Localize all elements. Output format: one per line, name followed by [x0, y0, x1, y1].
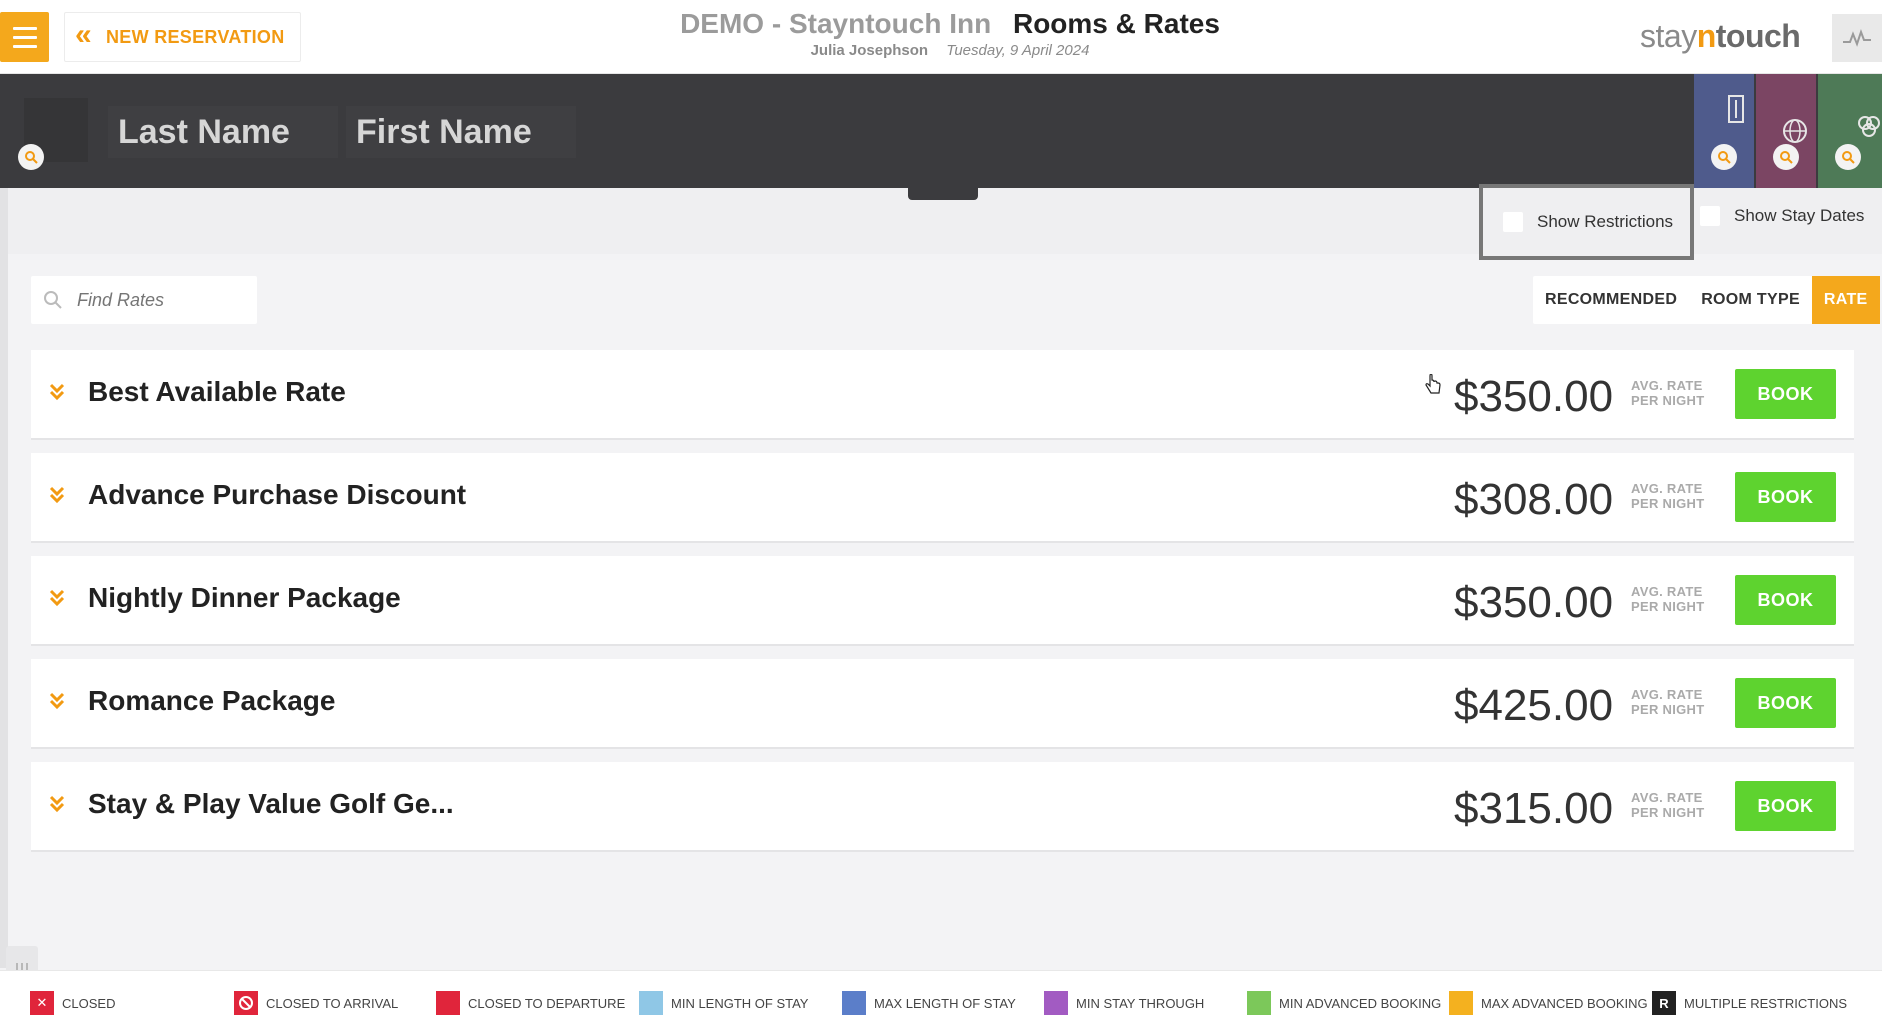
show-stay-dates-toggle[interactable]: Show Stay Dates	[1700, 206, 1864, 226]
chevron-down-icon[interactable]	[49, 485, 65, 505]
legend-min-advanced-booking: MIN ADVANCED BOOKING	[1247, 991, 1441, 1015]
top-header: « NEW RESERVATION DEMO - Stayntouch Inn …	[0, 0, 1882, 74]
chevron-down-icon[interactable]	[49, 794, 65, 814]
rate-price: $350.00	[1454, 372, 1614, 421]
user-name: Julia Josephson	[810, 42, 929, 59]
chevron-down-icon[interactable]	[49, 691, 65, 711]
rate-name[interactable]: Romance Package	[88, 685, 335, 717]
avg-rate-label: AVG. RATE PER NIGHT	[1631, 790, 1705, 820]
hamburger-icon	[12, 26, 37, 30]
rate-price: $308.00	[1454, 475, 1614, 524]
r-badge-icon: R	[1652, 991, 1676, 1015]
search-icon	[1718, 151, 1731, 164]
rate-row[interactable]: Best Available Rate $350.00 AVG. RATE PER…	[31, 350, 1854, 440]
avg-rate-label: AVG. RATE PER NIGHT	[1631, 481, 1705, 511]
last-name-input[interactable]	[108, 106, 338, 158]
search-icon	[44, 291, 62, 309]
back-button-label: NEW RESERVATION	[106, 26, 285, 47]
hand-cursor-icon	[1425, 374, 1441, 394]
book-button[interactable]: BOOK	[1735, 369, 1836, 419]
search-icon	[25, 151, 38, 164]
legend-min-length-of-stay: MIN LENGTH OF STAY	[639, 991, 808, 1015]
header-title-block: DEMO - Stayntouch Inn Rooms & Rates Juli…	[600, 8, 1300, 59]
rate-name[interactable]: Nightly Dinner Package	[88, 582, 401, 614]
business-date: Tuesday, 9 April 2024	[946, 42, 1090, 59]
no-entry-icon	[234, 991, 258, 1015]
legend-multiple-restrictions: R MULTIPLE RESTRICTIONS	[1652, 991, 1847, 1015]
globe-icon	[1783, 119, 1807, 143]
chevron-down-icon[interactable]	[49, 588, 65, 608]
guest-search-bar	[0, 74, 1882, 188]
legend-max-advanced-booking: MAX ADVANCED BOOKING	[1449, 991, 1648, 1015]
search-pull-handle[interactable]	[908, 188, 978, 200]
rate-name[interactable]: Best Available Rate	[88, 376, 346, 408]
guest-search-button[interactable]	[18, 144, 44, 170]
tab-recommended[interactable]: RECOMMENDED	[1533, 276, 1689, 324]
rate-name[interactable]: Stay & Play Value Golf Ge...	[88, 788, 454, 820]
group-search-button[interactable]	[1835, 144, 1861, 170]
avg-rate-label: AVG. RATE PER NIGHT	[1631, 378, 1705, 408]
rate-price: $315.00	[1454, 784, 1614, 833]
legend-closed: ✕ CLOSED	[30, 991, 115, 1015]
view-toggle: RECOMMENDED ROOM TYPE RATE	[1533, 276, 1880, 324]
company-search-button[interactable]	[1711, 144, 1737, 170]
show-stay-dates-label: Show Stay Dates	[1734, 206, 1865, 225]
stayntouch-logo: stayntouch	[1640, 18, 1801, 54]
legend-closed-to-arrival: CLOSED TO ARRIVAL	[234, 991, 398, 1015]
rate-row[interactable]: Nightly Dinner Package $350.00 AVG. RATE…	[31, 556, 1854, 646]
book-button[interactable]: BOOK	[1735, 678, 1836, 728]
activity-button[interactable]	[1832, 14, 1882, 62]
show-restrictions-checkbox[interactable]	[1503, 212, 1523, 232]
legend-max-length-of-stay: MAX LENGTH OF STAY	[842, 991, 1016, 1015]
new-reservation-back-button[interactable]: « NEW RESERVATION	[64, 12, 301, 62]
tab-rate[interactable]: RATE	[1811, 276, 1880, 324]
chevron-down-icon[interactable]	[49, 382, 65, 402]
show-stay-dates-checkbox[interactable]	[1700, 206, 1720, 226]
rate-name[interactable]: Advance Purchase Discount	[88, 479, 466, 511]
show-restrictions-toggle[interactable]: Show Restrictions	[1479, 184, 1694, 260]
search-icon	[1780, 151, 1793, 164]
tab-room-type[interactable]: ROOM TYPE	[1689, 276, 1812, 324]
book-button[interactable]: BOOK	[1735, 472, 1836, 522]
find-rates-input[interactable]	[77, 289, 247, 311]
x-icon: ✕	[30, 991, 54, 1015]
legend-min-stay-through: MIN STAY THROUGH	[1044, 991, 1204, 1015]
book-button[interactable]: BOOK	[1735, 575, 1836, 625]
activity-pulse-icon	[1843, 29, 1871, 47]
rate-row[interactable]: Romance Package $425.00 AVG. RATE PER NIG…	[31, 659, 1854, 749]
rate-price: $425.00	[1454, 681, 1614, 730]
restrictions-legend: ✕ CLOSED CLOSED TO ARRIVAL CLOSED TO DEP…	[0, 970, 1882, 1034]
company-search-tab[interactable]	[1694, 74, 1754, 188]
hotel-name: DEMO - Stayntouch Inn	[680, 8, 992, 39]
group-search-tab[interactable]	[1818, 74, 1882, 188]
first-name-input[interactable]	[346, 106, 576, 158]
avg-rate-label: AVG. RATE PER NIGHT	[1631, 584, 1705, 614]
menu-button[interactable]	[0, 12, 49, 62]
avg-rate-label: AVG. RATE PER NIGHT	[1631, 687, 1705, 717]
rate-row[interactable]: Advance Purchase Discount $308.00 AVG. R…	[31, 453, 1854, 543]
travel-agent-search-tab[interactable]	[1756, 74, 1816, 188]
page-title: Rooms & Rates	[1012, 8, 1220, 39]
travel-agent-search-button[interactable]	[1773, 144, 1799, 170]
book-button[interactable]: BOOK	[1735, 781, 1836, 831]
group-icon	[1858, 116, 1880, 137]
double-chevron-left-icon: «	[75, 18, 92, 51]
rate-row[interactable]: Stay & Play Value Golf Ge... $315.00 AVG…	[31, 762, 1854, 852]
building-icon	[1728, 95, 1744, 123]
search-icon	[1842, 151, 1855, 164]
find-rates-field[interactable]	[31, 276, 257, 324]
rate-price: $350.00	[1454, 578, 1614, 627]
left-edge-strip	[0, 188, 8, 968]
legend-closed-to-departure: CLOSED TO DEPARTURE	[436, 991, 625, 1015]
show-restrictions-label: Show Restrictions	[1537, 212, 1674, 231]
